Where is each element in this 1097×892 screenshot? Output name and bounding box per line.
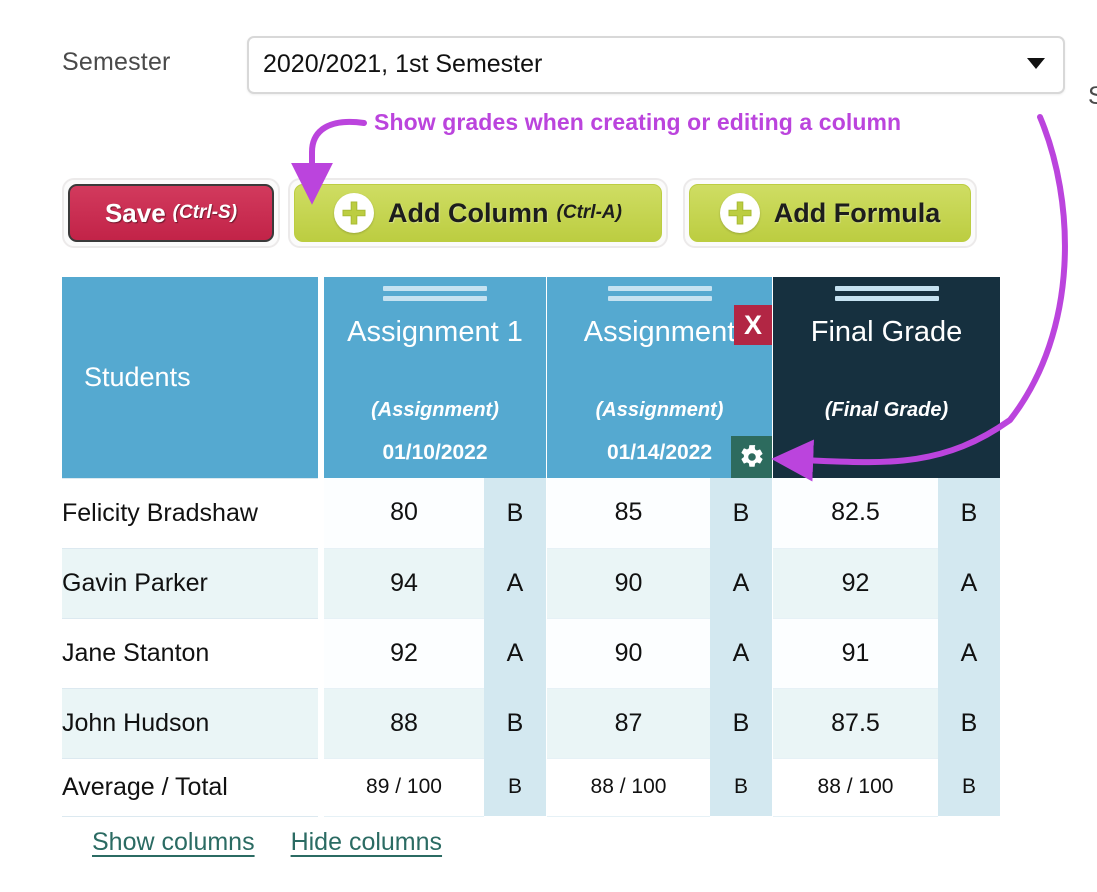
column-date: 01/10/2022 [382,441,488,464]
semester-select[interactable]: 2020/2021, 1st Semester [247,36,1065,94]
table-row: Jane Stanton 92 A 90 A 91 A [62,617,1000,689]
grade-cell: B [938,688,1000,758]
total-grade-cell: B [484,758,546,816]
column-header-final-grade[interactable]: Final Grade (Final Grade) [773,277,1000,478]
add-formula-button-label: Add Formula [773,197,941,228]
column-header-assignment-1[interactable]: Assignment 1 (Assignment) 01/10/2022 [324,277,546,478]
table-header-row: Students Assignment 1 (Assignment) 01/10… [62,277,1000,478]
gradebook-screen: Semester 2020/2021, 1st Semester S Show … [0,0,1097,892]
add-formula-button-frame: Add Formula [683,178,977,248]
column-type: (Assignment) [371,399,499,421]
add-formula-button[interactable]: Add Formula [689,184,971,242]
chevron-down-icon [1027,58,1045,69]
drag-handle-icon[interactable] [834,286,939,306]
add-column-button[interactable]: Add Column (Ctrl-A) [294,184,662,242]
grade-cell: B [938,478,1000,548]
show-columns-link[interactable]: Show columns [62,828,255,857]
save-button-shortcut: (Ctrl-S) [172,202,238,223]
table-row: John Hudson 88 B 87 B 87.5 B [62,687,1000,759]
annotation-text: Show grades when creating or editing a c… [374,109,902,135]
score-cell[interactable]: 85 [547,478,710,549]
delete-column-button[interactable]: X [734,305,772,345]
gradebook-table-wrapper: Students Assignment 1 (Assignment) 01/10… [62,277,1000,817]
students-header-cell: Students [62,277,318,478]
total-score-cell: 88 / 100 [773,758,938,817]
grade-cell: A [710,548,772,618]
save-button-frame: Save (Ctrl-S) [62,178,280,248]
student-name-cell: Felicity Bradshaw [62,477,318,549]
gear-icon[interactable] [731,436,772,478]
toolbar: Save (Ctrl-S) Add Column (Ctrl-A) Add Fo… [0,178,1097,248]
score-cell[interactable]: 88 [324,688,484,759]
plus-circle-icon [719,193,760,233]
student-name-cell: John Hudson [62,687,318,759]
column-type: (Final Grade) [824,399,949,421]
score-cell[interactable]: 91 [773,618,938,689]
score-cell[interactable]: 94 [324,548,484,619]
student-name-cell: Jane Stanton [62,617,318,689]
add-column-button-label: Add Column [388,197,549,228]
semester-selected-value: 2020/2021, 1st Semester [263,50,543,78]
offscreen-label: S [1088,82,1097,110]
semester-label: Semester [62,48,171,76]
students-header-label: Students [84,361,191,392]
column-header-assignment-2[interactable]: Assignment (Assignment) 01/14/2022 X [547,277,772,478]
table-row: Gavin Parker 94 A 90 A 92 A [62,547,1000,619]
total-grade-cell: B [710,758,772,816]
score-cell[interactable]: 87 [547,688,710,759]
total-score-cell: 89 / 100 [324,758,484,817]
table-row: Felicity Bradshaw 80 B 85 B 82.5 B [62,477,1000,549]
grade-cell: A [710,618,772,688]
semester-row: Semester 2020/2021, 1st Semester S [0,36,1097,110]
add-column-button-shortcut: (Ctrl-A) [556,202,622,223]
hide-columns-link[interactable]: Hide columns [291,828,442,857]
score-cell[interactable]: 90 [547,618,710,689]
drag-handle-icon[interactable] [383,286,487,306]
grade-cell: A [484,548,546,618]
column-type: (Assignment) [595,399,724,421]
column-visibility-links: Show columns Hide columns [62,828,442,857]
gradebook-table: Students Assignment 1 (Assignment) 01/10… [62,277,1000,817]
grade-cell: B [710,478,772,548]
grade-cell: B [710,688,772,758]
column-title: Assignment 1 [347,316,523,348]
table-total-row: Average / Total 89 / 100 B 88 / 100 B 88… [62,757,1000,817]
grade-cell: A [938,548,1000,618]
score-cell[interactable]: 92 [324,618,484,689]
total-score-cell: 88 / 100 [547,758,710,817]
score-cell[interactable]: 92 [773,548,938,619]
score-cell[interactable]: 87.5 [773,688,938,759]
save-button[interactable]: Save (Ctrl-S) [68,184,274,242]
table-body: Felicity Bradshaw 80 B 85 B 82.5 B Gavin… [62,477,1000,817]
student-name-cell: Gavin Parker [62,547,318,619]
grade-cell: B [484,478,546,548]
grade-cell: B [484,688,546,758]
save-button-label: Save [104,197,166,228]
total-row-label: Average / Total [62,757,318,817]
total-grade-cell: B [938,758,1000,816]
drag-handle-icon[interactable] [607,286,712,306]
score-cell[interactable]: 80 [324,478,484,549]
column-title: Final Grade [810,316,963,348]
add-column-button-frame: Add Column (Ctrl-A) [288,178,668,248]
plus-circle-icon [334,193,375,233]
grade-cell: A [484,618,546,688]
score-cell[interactable]: 90 [547,548,710,619]
grade-cell: A [938,618,1000,688]
score-cell[interactable]: 82.5 [773,478,938,549]
